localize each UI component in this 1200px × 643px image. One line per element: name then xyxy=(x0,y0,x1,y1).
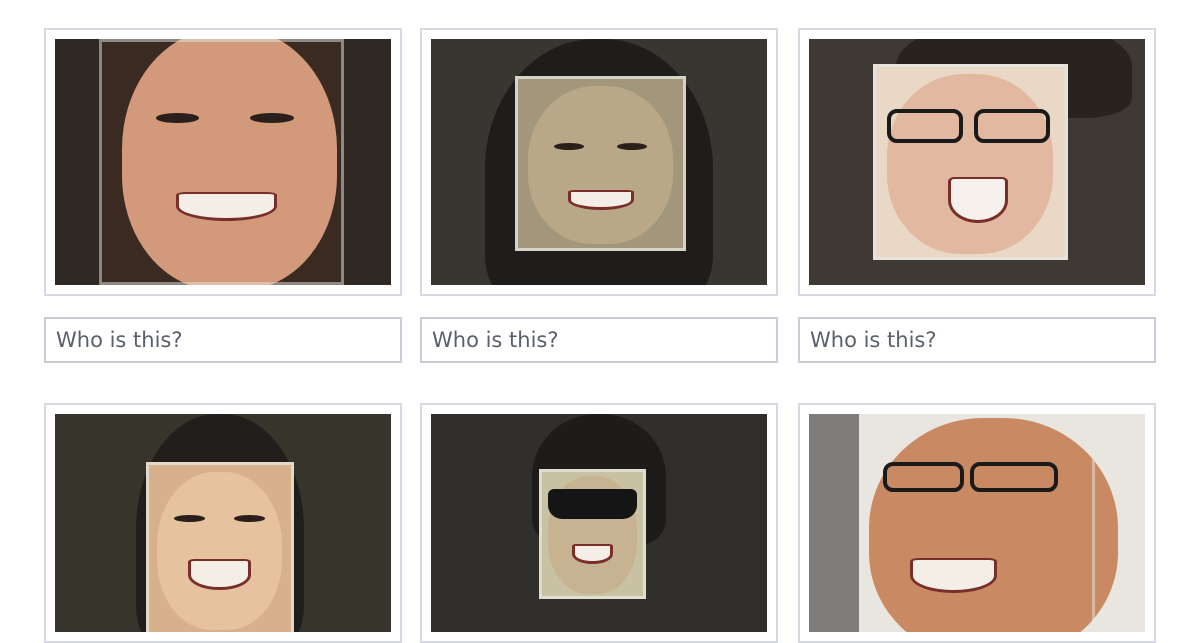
photo-image xyxy=(55,39,391,285)
tag-input-3[interactable] xyxy=(798,317,1156,363)
sunglasses xyxy=(547,488,637,519)
glasses xyxy=(887,108,963,143)
face-detection-box[interactable] xyxy=(859,414,1095,632)
photo-card-2[interactable] xyxy=(420,28,778,296)
smile xyxy=(571,543,613,564)
face xyxy=(887,74,1054,254)
face-detection-box[interactable] xyxy=(515,75,687,251)
photo-card-4[interactable] xyxy=(44,403,402,643)
glasses xyxy=(974,108,1050,143)
tag-input-2[interactable] xyxy=(420,317,778,363)
face-detection-box[interactable] xyxy=(145,461,294,632)
eye xyxy=(554,142,585,150)
face xyxy=(157,471,283,630)
smile xyxy=(947,177,1009,224)
dim-overlay xyxy=(343,39,391,285)
photo-card-1[interactable] xyxy=(44,28,402,296)
dim-overlay xyxy=(55,39,103,285)
photo-card-6[interactable] xyxy=(798,403,1156,643)
photo-image xyxy=(431,414,767,632)
photo-image xyxy=(809,414,1145,632)
photo-card-3[interactable] xyxy=(798,28,1156,296)
photo-image xyxy=(809,39,1145,285)
face-detection-box[interactable] xyxy=(872,63,1068,261)
face-detection-box[interactable] xyxy=(538,468,647,600)
smile xyxy=(188,559,251,590)
tag-input-1[interactable] xyxy=(44,317,402,363)
photo-card-5[interactable] xyxy=(420,403,778,643)
face-detection-box[interactable] xyxy=(98,39,344,285)
photo-image xyxy=(55,414,391,632)
photo-image xyxy=(431,39,767,285)
eye xyxy=(617,142,647,150)
dim-overlay xyxy=(809,414,860,632)
face xyxy=(527,85,674,245)
